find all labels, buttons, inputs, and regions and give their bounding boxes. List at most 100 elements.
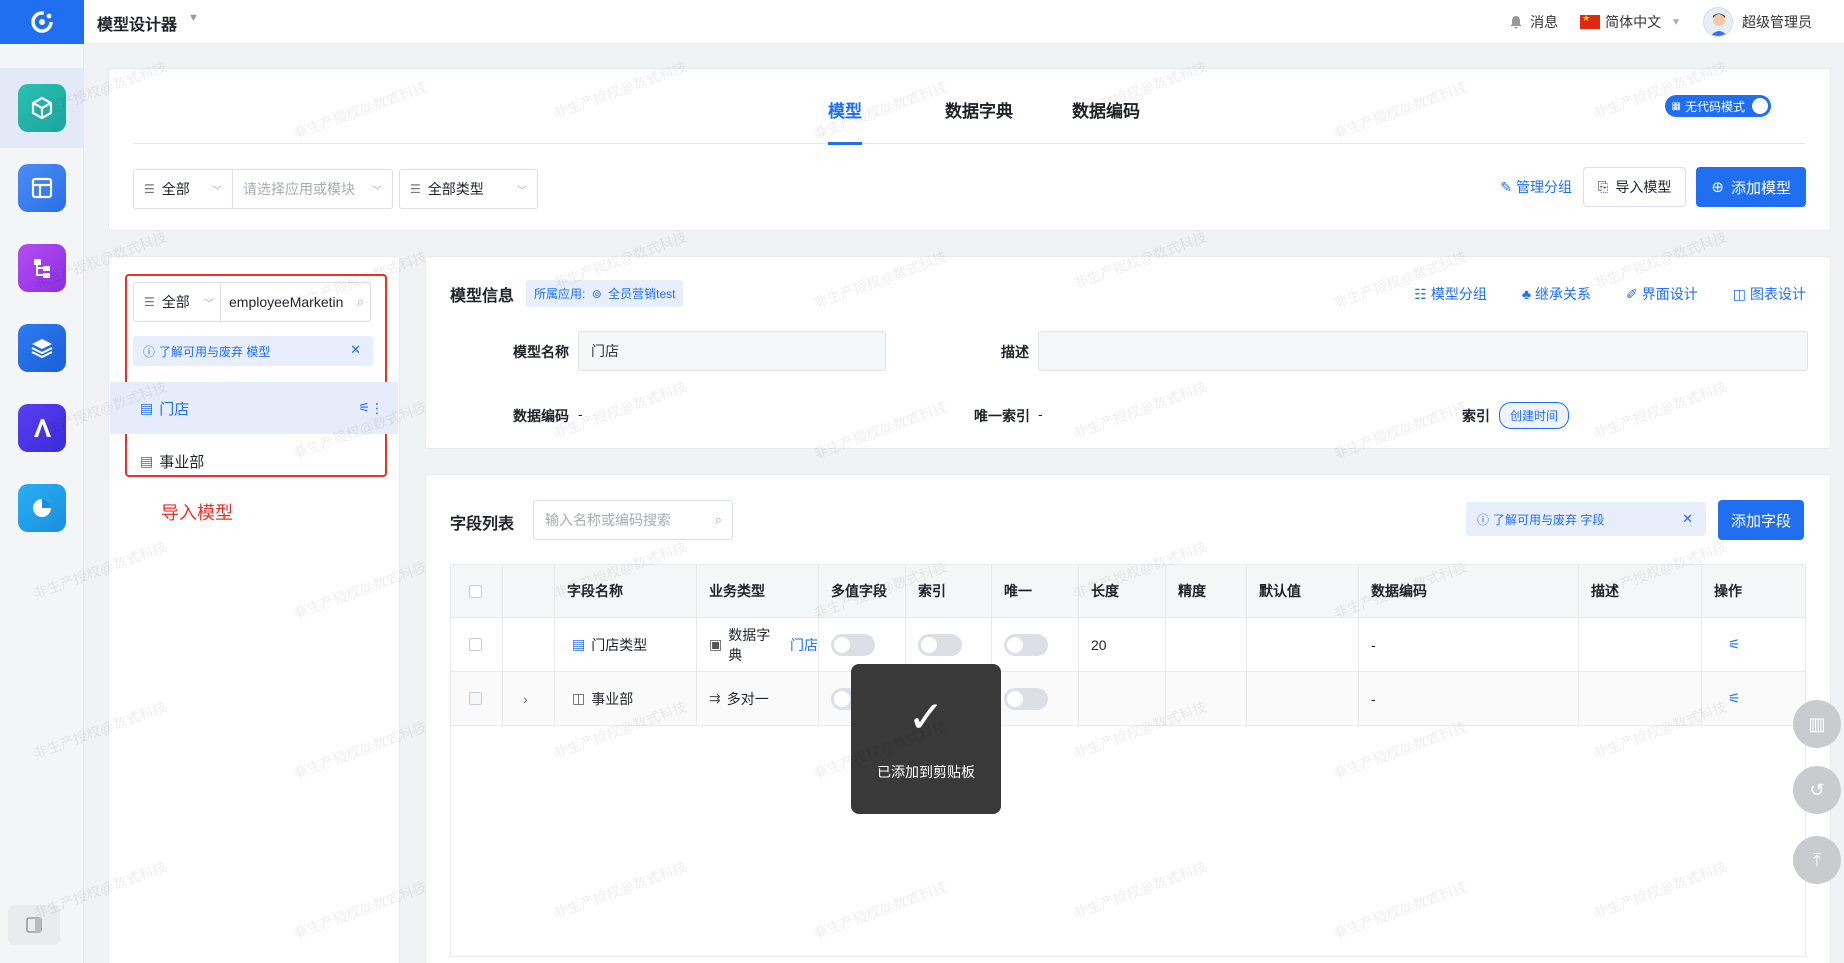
model-name-field[interactable]: 门店 <box>578 331 886 371</box>
messages-button[interactable]: 消息 <box>1509 12 1558 32</box>
expand-cell <box>503 618 555 671</box>
list-scope-select[interactable]: ☰ 全部 ﹀ <box>133 282 221 322</box>
chevron-down-icon: ﹀ <box>204 299 214 310</box>
rail-item-flow-designer[interactable] <box>0 228 84 308</box>
model-info-panel: 模型信息 所属应用: ⊚ 全员营销test ☷ 模型分组 ♣ 继承关系 ✐ 界面设计 … <box>425 256 1831 449</box>
length-cell: 20 <box>1079 618 1166 671</box>
unique-toggle[interactable] <box>1004 687 1048 710</box>
model-group-label: 模型分组 <box>1430 286 1487 302</box>
settings-sliders-icon[interactable]: ⚟ <box>358 400 370 416</box>
ui-design-link[interactable]: ✐ 界面设计 <box>1626 284 1698 304</box>
field-search-input[interactable]: 输入名称或编码搜索 ⌕ <box>533 500 733 540</box>
row-checkbox[interactable] <box>469 638 482 651</box>
stats-float-button[interactable]: ▥ <box>1793 700 1841 748</box>
back-to-top-button[interactable]: ⤒ <box>1793 836 1841 884</box>
list-item[interactable]: ▤ 事业部 <box>110 435 398 487</box>
tab-data-dictionary[interactable]: 数据字典 <box>945 97 1013 142</box>
field-hint-bar[interactable]: ⓘ 了解可用与废弃 字段 ✕ <box>1466 502 1706 536</box>
model-group-link[interactable]: ☷ 模型分组 <box>1414 284 1487 304</box>
model-hint-bar[interactable]: ⓘ 了解可用与废弃 模型 ✕ <box>133 336 373 366</box>
row-checkbox[interactable] <box>469 692 482 705</box>
biz-type-link[interactable]: 门店 <box>790 635 818 655</box>
tab-data-code[interactable]: 数据编码 <box>1072 97 1140 142</box>
table-row[interactable]: ▤ 门店类型 ▣ 数据字典 门店 20 - ⚟ <box>451 618 1805 672</box>
field-hint-text: 了解可用与废弃 字段 <box>1493 512 1605 527</box>
flag-cn-icon <box>1580 13 1601 29</box>
index-toggle[interactable] <box>918 633 962 656</box>
import-model-button[interactable]: ⎘ 导入模型 <box>1583 167 1687 207</box>
filter-icon: ☰ <box>410 182 421 196</box>
type-value: 全部类型 <box>427 181 484 197</box>
list-scope-value: 全部 <box>161 294 190 310</box>
column-header: 数据编码 <box>1359 565 1579 617</box>
user-menu[interactable]: 超级管理员 <box>1703 7 1812 37</box>
model-search-value: employeeMarketin <box>229 294 344 310</box>
row-select-cell <box>451 618 503 671</box>
rail-item-model-designer[interactable] <box>0 68 84 148</box>
row-settings-icon[interactable]: ⚟ <box>1702 618 1800 671</box>
module-placeholder: 请选择应用或模块 <box>243 181 355 197</box>
top-bar: 模型设计器 ▼ 消息 简体中文 ▼ 超级管理员 <box>84 0 1844 44</box>
rail-item-ai-designer[interactable] <box>0 388 84 468</box>
field-name: 事业部 <box>591 690 634 707</box>
data-code-label: 数据编码 <box>513 408 569 424</box>
field-name: 门店类型 <box>591 636 648 653</box>
row-settings-icon[interactable]: ⚟ <box>1702 672 1800 725</box>
description-label: 描述 <box>1001 344 1029 360</box>
scope-value: 全部 <box>161 181 190 197</box>
app-rail <box>0 0 84 963</box>
list-item[interactable]: ▤ 门店 ⚟ ⋮ <box>110 382 398 434</box>
biz-type-cell: ⇉ 多对一 <box>697 672 819 725</box>
scope-select[interactable]: ☰ 全部 ﹀ <box>133 169 233 209</box>
module-select[interactable]: 请选择应用或模块 ﹀ <box>233 169 393 209</box>
table-icon: ▤ <box>140 452 154 469</box>
field-name-cell: ◫ 事业部 <box>555 672 697 725</box>
expand-chevron-icon[interactable]: › <box>503 672 555 725</box>
annotation-label: 导入模型 <box>161 503 233 523</box>
expand-header-cell <box>503 565 555 617</box>
more-icon[interactable]: ⋮ <box>370 400 384 417</box>
language-select[interactable]: 简体中文 ▼ <box>1580 12 1681 32</box>
nocode-mode-toggle[interactable]: ▦ 无代码模式 <box>1664 95 1771 117</box>
table-row[interactable]: › ◫ 事业部 ⇉ 多对一 - ⚟ <box>451 672 1805 726</box>
default-cell <box>1247 672 1359 725</box>
app-logo[interactable] <box>0 0 84 44</box>
tab-model[interactable]: 模型 <box>828 97 862 145</box>
close-icon[interactable]: ✕ <box>1682 511 1693 527</box>
manage-groups-button[interactable]: ✎ 管理分组 <box>1500 177 1572 197</box>
model-search-input[interactable]: employeeMarketin ⌕ <box>221 282 371 322</box>
history-float-button[interactable]: ↺ <box>1793 766 1841 814</box>
chevron-down-icon[interactable]: ▼ <box>188 12 199 24</box>
model-search-row: ☰ 全部 ﹀ employeeMarketin ⌕ <box>133 282 371 322</box>
import-model-label: 导入模型 <box>1615 179 1672 195</box>
add-field-button[interactable]: 添加字段 <box>1718 500 1805 540</box>
code-cell: - <box>1359 618 1579 671</box>
select-all-checkbox[interactable] <box>469 584 482 598</box>
column-header: 唯一 <box>992 565 1079 617</box>
column-header: 精度 <box>1166 565 1247 617</box>
rail-item-page-designer[interactable] <box>0 148 84 228</box>
sidebar-collapse-button[interactable] <box>8 905 60 945</box>
app-title[interactable]: 模型设计器 <box>97 11 177 35</box>
table-icon: ▤ <box>140 399 154 416</box>
chevron-down-icon: ﹀ <box>517 186 527 197</box>
inherit-link[interactable]: ♣ 继承关系 <box>1522 284 1591 304</box>
field-list-panel: 字段列表 输入名称或编码搜索 ⌕ ⓘ 了解可用与废弃 字段 ✕ 添加字段 字段名… <box>425 474 1831 963</box>
table-empty-area <box>451 726 1805 956</box>
multi-value-toggle[interactable] <box>831 633 875 656</box>
rail-item-data-layer[interactable] <box>0 308 84 388</box>
index-tag[interactable]: 创建时间 <box>1499 402 1570 429</box>
cube-icon <box>18 84 66 132</box>
field-search-placeholder: 输入名称或编码搜索 <box>545 512 671 528</box>
history-icon: ↺ <box>1809 779 1825 800</box>
rail-item-report-designer[interactable] <box>0 468 84 548</box>
chart-design-link[interactable]: ◫ 图表设计 <box>1733 284 1806 304</box>
type-select[interactable]: ☰ 全部类型 ﹀ <box>399 169 538 209</box>
bar-chart-icon: ▥ <box>1808 713 1826 734</box>
unique-toggle[interactable] <box>1004 633 1048 656</box>
search-icon: ⌕ <box>356 294 364 309</box>
add-model-button[interactable]: ⊕ 添加模型 <box>1696 167 1806 207</box>
close-icon[interactable]: ✕ <box>350 342 361 358</box>
description-field[interactable] <box>1038 331 1808 371</box>
select-all-cell <box>451 565 503 617</box>
